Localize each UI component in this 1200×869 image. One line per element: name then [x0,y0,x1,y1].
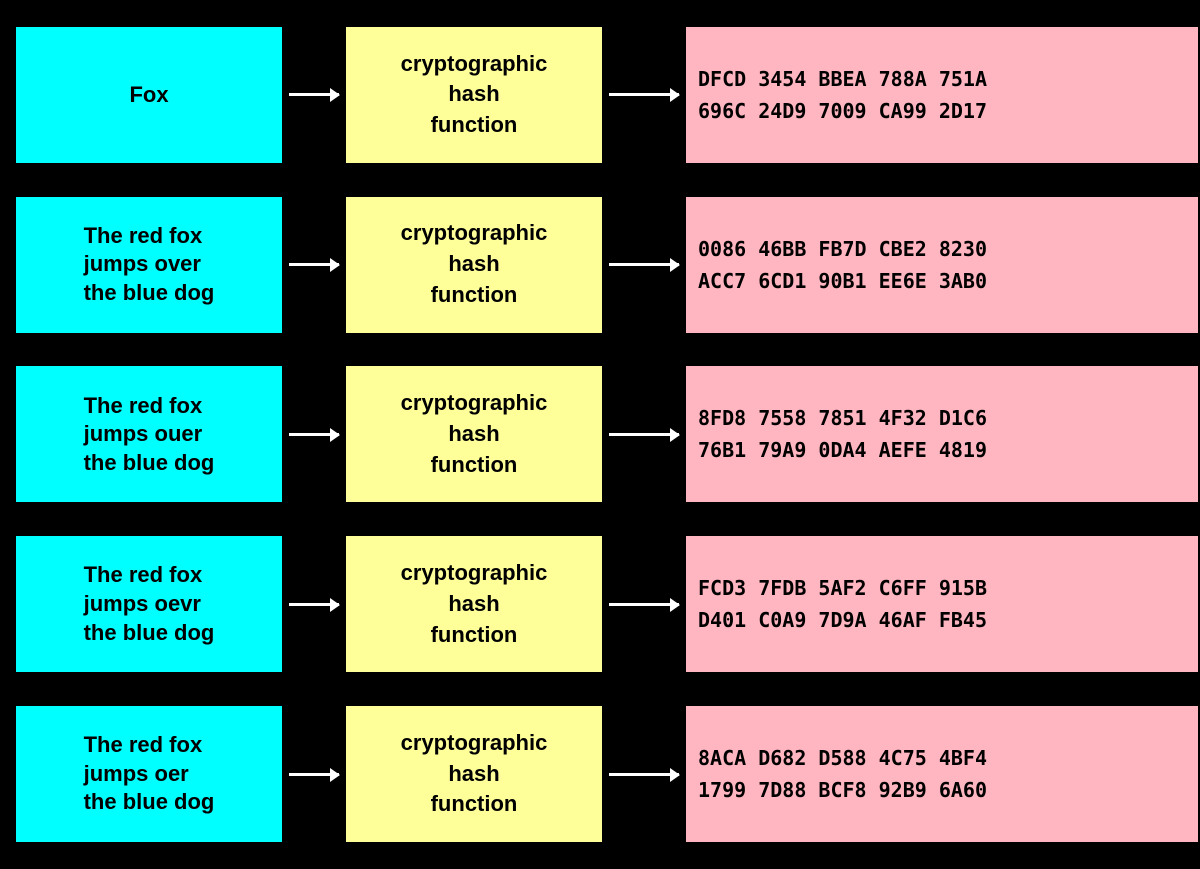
row-2: The red fox jumps over the blue dog crypt… [0,185,1200,345]
row-3: The red fox jumps ouer the blue dog crypt… [0,354,1200,514]
arrow2-2 [604,263,684,266]
input-box-5: The red fox jumps oer the blue dog [14,704,284,844]
hash-box-4: cryptographic hash function [344,534,604,674]
row-4: The red fox jumps oevr the blue dog crypt… [0,524,1200,684]
hash-box-3: cryptographic hash function [344,364,604,504]
arrow1-4 [284,603,344,606]
arrow1-1 [284,93,344,96]
output-text-3: 8FD8 7558 7851 4F32 D1C676B1 79A9 0DA4 A… [698,402,987,466]
row-1: Fox cryptographic hash function DFCD 3454 … [0,15,1200,175]
arrow2-1 [604,93,684,96]
output-text-4: FCD3 7FDB 5AF2 C6FF 915BD401 C0A9 7D9A 4… [698,572,987,636]
output-line1-1: DFCD 3454 BBEA 788A 751A [698,63,987,95]
arrow1-5 [284,773,344,776]
output-line2-1: 696C 24D9 7009 CA99 2D17 [698,95,987,127]
arrow2-3 [604,433,684,436]
input-box-3: The red fox jumps ouer the blue dog [14,364,284,504]
hash-box-1: cryptographic hash function [344,25,604,165]
input-box-1: Fox [14,25,284,165]
output-line2-3: 76B1 79A9 0DA4 AEFE 4819 [698,434,987,466]
output-line2-4: D401 C0A9 7D9A 46AF FB45 [698,604,987,636]
input-box-4: The red fox jumps oevr the blue dog [14,534,284,674]
hash-box-2: cryptographic hash function [344,195,604,335]
output-text-2: 0086 46BB FB7D CBE2 8230ACC7 6CD1 90B1 E… [698,233,987,297]
hash-box-5: cryptographic hash function [344,704,604,844]
arrow1-3 [284,433,344,436]
arrow2-5 [604,773,684,776]
arrow2-4 [604,603,684,606]
output-line2-2: ACC7 6CD1 90B1 EE6E 3AB0 [698,265,987,297]
output-box-3: 8FD8 7558 7851 4F32 D1C676B1 79A9 0DA4 A… [684,364,1200,504]
row-5: The red fox jumps oer the blue dog crypto… [0,694,1200,854]
output-line1-3: 8FD8 7558 7851 4F32 D1C6 [698,402,987,434]
arrow1-2 [284,263,344,266]
output-box-2: 0086 46BB FB7D CBE2 8230ACC7 6CD1 90B1 E… [684,195,1200,335]
output-line2-5: 1799 7D88 BCF8 92B9 6A60 [698,774,987,806]
output-box-1: DFCD 3454 BBEA 788A 751A696C 24D9 7009 C… [684,25,1200,165]
output-line1-4: FCD3 7FDB 5AF2 C6FF 915B [698,572,987,604]
output-text-1: DFCD 3454 BBEA 788A 751A696C 24D9 7009 C… [698,63,987,127]
output-box-4: FCD3 7FDB 5AF2 C6FF 915BD401 C0A9 7D9A 4… [684,534,1200,674]
output-box-5: 8ACA D682 D588 4C75 4BF41799 7D88 BCF8 9… [684,704,1200,844]
main-container: Fox cryptographic hash function DFCD 3454 … [0,0,1200,869]
input-box-2: The red fox jumps over the blue dog [14,195,284,335]
output-text-5: 8ACA D682 D588 4C75 4BF41799 7D88 BCF8 9… [698,742,987,806]
output-line1-5: 8ACA D682 D588 4C75 4BF4 [698,742,987,774]
output-line1-2: 0086 46BB FB7D CBE2 8230 [698,233,987,265]
